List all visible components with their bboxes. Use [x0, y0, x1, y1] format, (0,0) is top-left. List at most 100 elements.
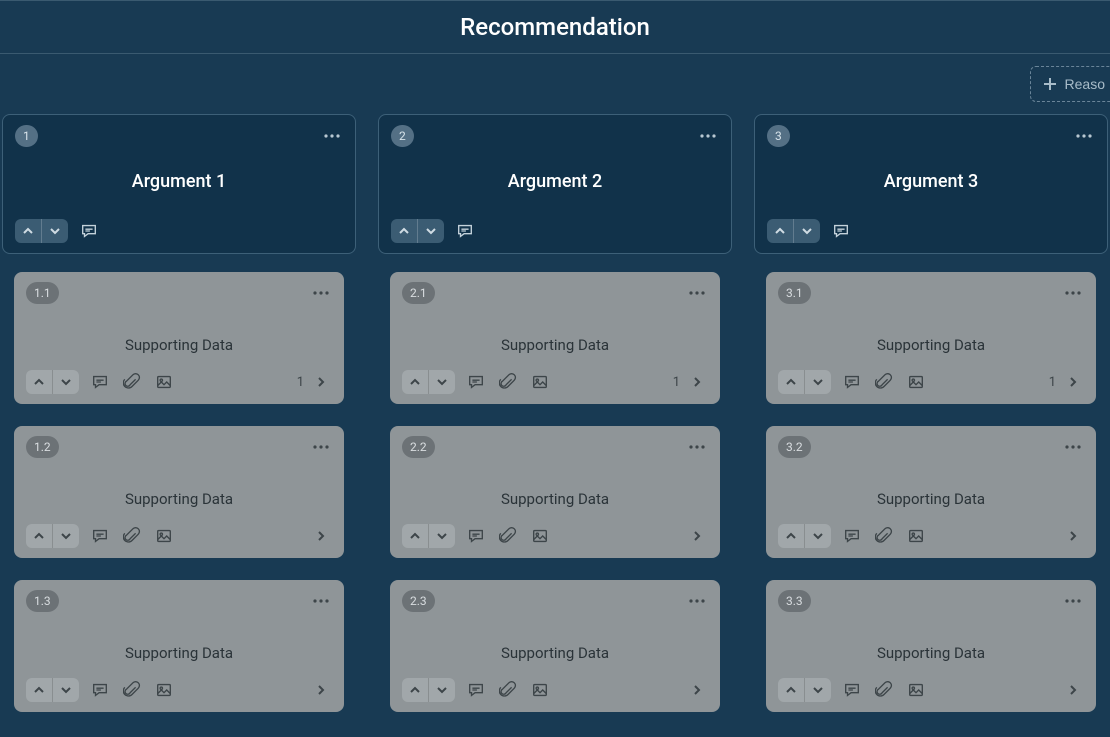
- more-button[interactable]: [310, 436, 332, 458]
- image-button[interactable]: [153, 525, 175, 547]
- attachment-button[interactable]: [873, 371, 895, 393]
- argument-card[interactable]: 2 Argument 2: [378, 114, 732, 254]
- vote-up-button[interactable]: [391, 219, 417, 243]
- vote-down-button[interactable]: [429, 678, 455, 702]
- comment-button[interactable]: [841, 525, 863, 547]
- comment-button[interactable]: [89, 371, 111, 393]
- more-button[interactable]: [686, 282, 708, 304]
- comment-button[interactable]: [89, 679, 111, 701]
- comment-button[interactable]: [78, 220, 100, 242]
- sub-right: [1062, 679, 1084, 701]
- supporting-data-card[interactable]: 3.2Supporting Data: [766, 426, 1096, 558]
- vote-up-button[interactable]: [767, 219, 793, 243]
- comment-button[interactable]: [465, 525, 487, 547]
- vote-up-button[interactable]: [402, 678, 428, 702]
- vote-down-button[interactable]: [805, 524, 831, 548]
- expand-button[interactable]: [686, 371, 708, 393]
- image-button[interactable]: [905, 679, 927, 701]
- more-button[interactable]: [697, 125, 719, 147]
- vote-up-button[interactable]: [26, 678, 52, 702]
- more-button[interactable]: [686, 590, 708, 612]
- more-button[interactable]: [1073, 125, 1095, 147]
- more-button[interactable]: [310, 282, 332, 304]
- vote-up-button[interactable]: [778, 370, 804, 394]
- sub-title: Supporting Data: [26, 490, 332, 508]
- expand-button[interactable]: [686, 525, 708, 547]
- sub-title: Supporting Data: [402, 336, 708, 354]
- comment-button[interactable]: [841, 679, 863, 701]
- comment-button[interactable]: [454, 220, 476, 242]
- expand-button[interactable]: [1062, 371, 1084, 393]
- supporting-data-card[interactable]: 1.2Supporting Data: [14, 426, 344, 558]
- supporting-data-card[interactable]: 1.3Supporting Data: [14, 580, 344, 712]
- expand-button[interactable]: [1062, 525, 1084, 547]
- attachment-button[interactable]: [873, 679, 895, 701]
- argument-card[interactable]: 3Argument 3: [754, 114, 1108, 254]
- sub-header: 3.2: [778, 436, 1084, 458]
- vote-up-button[interactable]: [402, 370, 428, 394]
- comment-button[interactable]: [465, 679, 487, 701]
- vote-down-button[interactable]: [429, 370, 455, 394]
- image-button[interactable]: [153, 371, 175, 393]
- vote-down-button[interactable]: [429, 524, 455, 548]
- image-button[interactable]: [153, 679, 175, 701]
- supporting-data-card[interactable]: 2.1Supporting Data1: [390, 272, 720, 404]
- sub-right: [686, 525, 708, 547]
- add-reason-button[interactable]: Reaso: [1030, 66, 1110, 102]
- image-button[interactable]: [905, 371, 927, 393]
- more-button[interactable]: [686, 436, 708, 458]
- supporting-data-card[interactable]: 3.1Supporting Data1: [766, 272, 1096, 404]
- image-button[interactable]: [529, 371, 551, 393]
- vote-down-button[interactable]: [805, 678, 831, 702]
- vote-down-button[interactable]: [42, 219, 68, 243]
- vote-down-button[interactable]: [53, 678, 79, 702]
- vote-control: [26, 370, 79, 394]
- expand-button[interactable]: [310, 679, 332, 701]
- comment-button[interactable]: [89, 525, 111, 547]
- attachment-button[interactable]: [497, 525, 519, 547]
- vote-down-button[interactable]: [418, 219, 444, 243]
- image-button[interactable]: [529, 525, 551, 547]
- attachment-button[interactable]: [873, 525, 895, 547]
- comment-button[interactable]: [465, 371, 487, 393]
- more-button[interactable]: [321, 125, 343, 147]
- expand-button[interactable]: [310, 371, 332, 393]
- attachment-button[interactable]: [497, 371, 519, 393]
- vote-down-button[interactable]: [794, 219, 820, 243]
- expand-button[interactable]: [1062, 679, 1084, 701]
- more-button[interactable]: [1062, 590, 1084, 612]
- comment-button[interactable]: [830, 220, 852, 242]
- vote-up-button[interactable]: [15, 219, 41, 243]
- more-button[interactable]: [310, 590, 332, 612]
- supporting-data-card[interactable]: 1.1Supporting Data1: [14, 272, 344, 404]
- vote-control: [767, 219, 820, 243]
- vote-up-button[interactable]: [778, 678, 804, 702]
- argument-card[interactable]: 1Argument 1: [2, 114, 356, 254]
- vote-up-button[interactable]: [26, 370, 52, 394]
- vote-down-button[interactable]: [805, 370, 831, 394]
- argument-title: Argument 2: [391, 171, 719, 199]
- vote-up-button[interactable]: [778, 524, 804, 548]
- attachment-button[interactable]: [121, 679, 143, 701]
- attachment-button[interactable]: [121, 371, 143, 393]
- supporting-data-card[interactable]: 3.3Supporting Data: [766, 580, 1096, 712]
- more-button[interactable]: [1062, 436, 1084, 458]
- vote-down-button[interactable]: [53, 524, 79, 548]
- page-title: Recommendation: [460, 13, 650, 41]
- supporting-data-card[interactable]: 2.3Supporting Data: [390, 580, 720, 712]
- more-button[interactable]: [1062, 282, 1084, 304]
- attachment-button[interactable]: [497, 679, 519, 701]
- sub-footer: [778, 662, 1084, 702]
- expand-button[interactable]: [686, 679, 708, 701]
- image-button[interactable]: [905, 525, 927, 547]
- expand-button[interactable]: [310, 525, 332, 547]
- sub-header: 2.2: [402, 436, 708, 458]
- attachment-button[interactable]: [121, 525, 143, 547]
- argument-badge: 2: [391, 125, 414, 147]
- comment-button[interactable]: [841, 371, 863, 393]
- vote-up-button[interactable]: [402, 524, 428, 548]
- supporting-data-card[interactable]: 2.2Supporting Data: [390, 426, 720, 558]
- vote-up-button[interactable]: [26, 524, 52, 548]
- image-button[interactable]: [529, 679, 551, 701]
- vote-down-button[interactable]: [53, 370, 79, 394]
